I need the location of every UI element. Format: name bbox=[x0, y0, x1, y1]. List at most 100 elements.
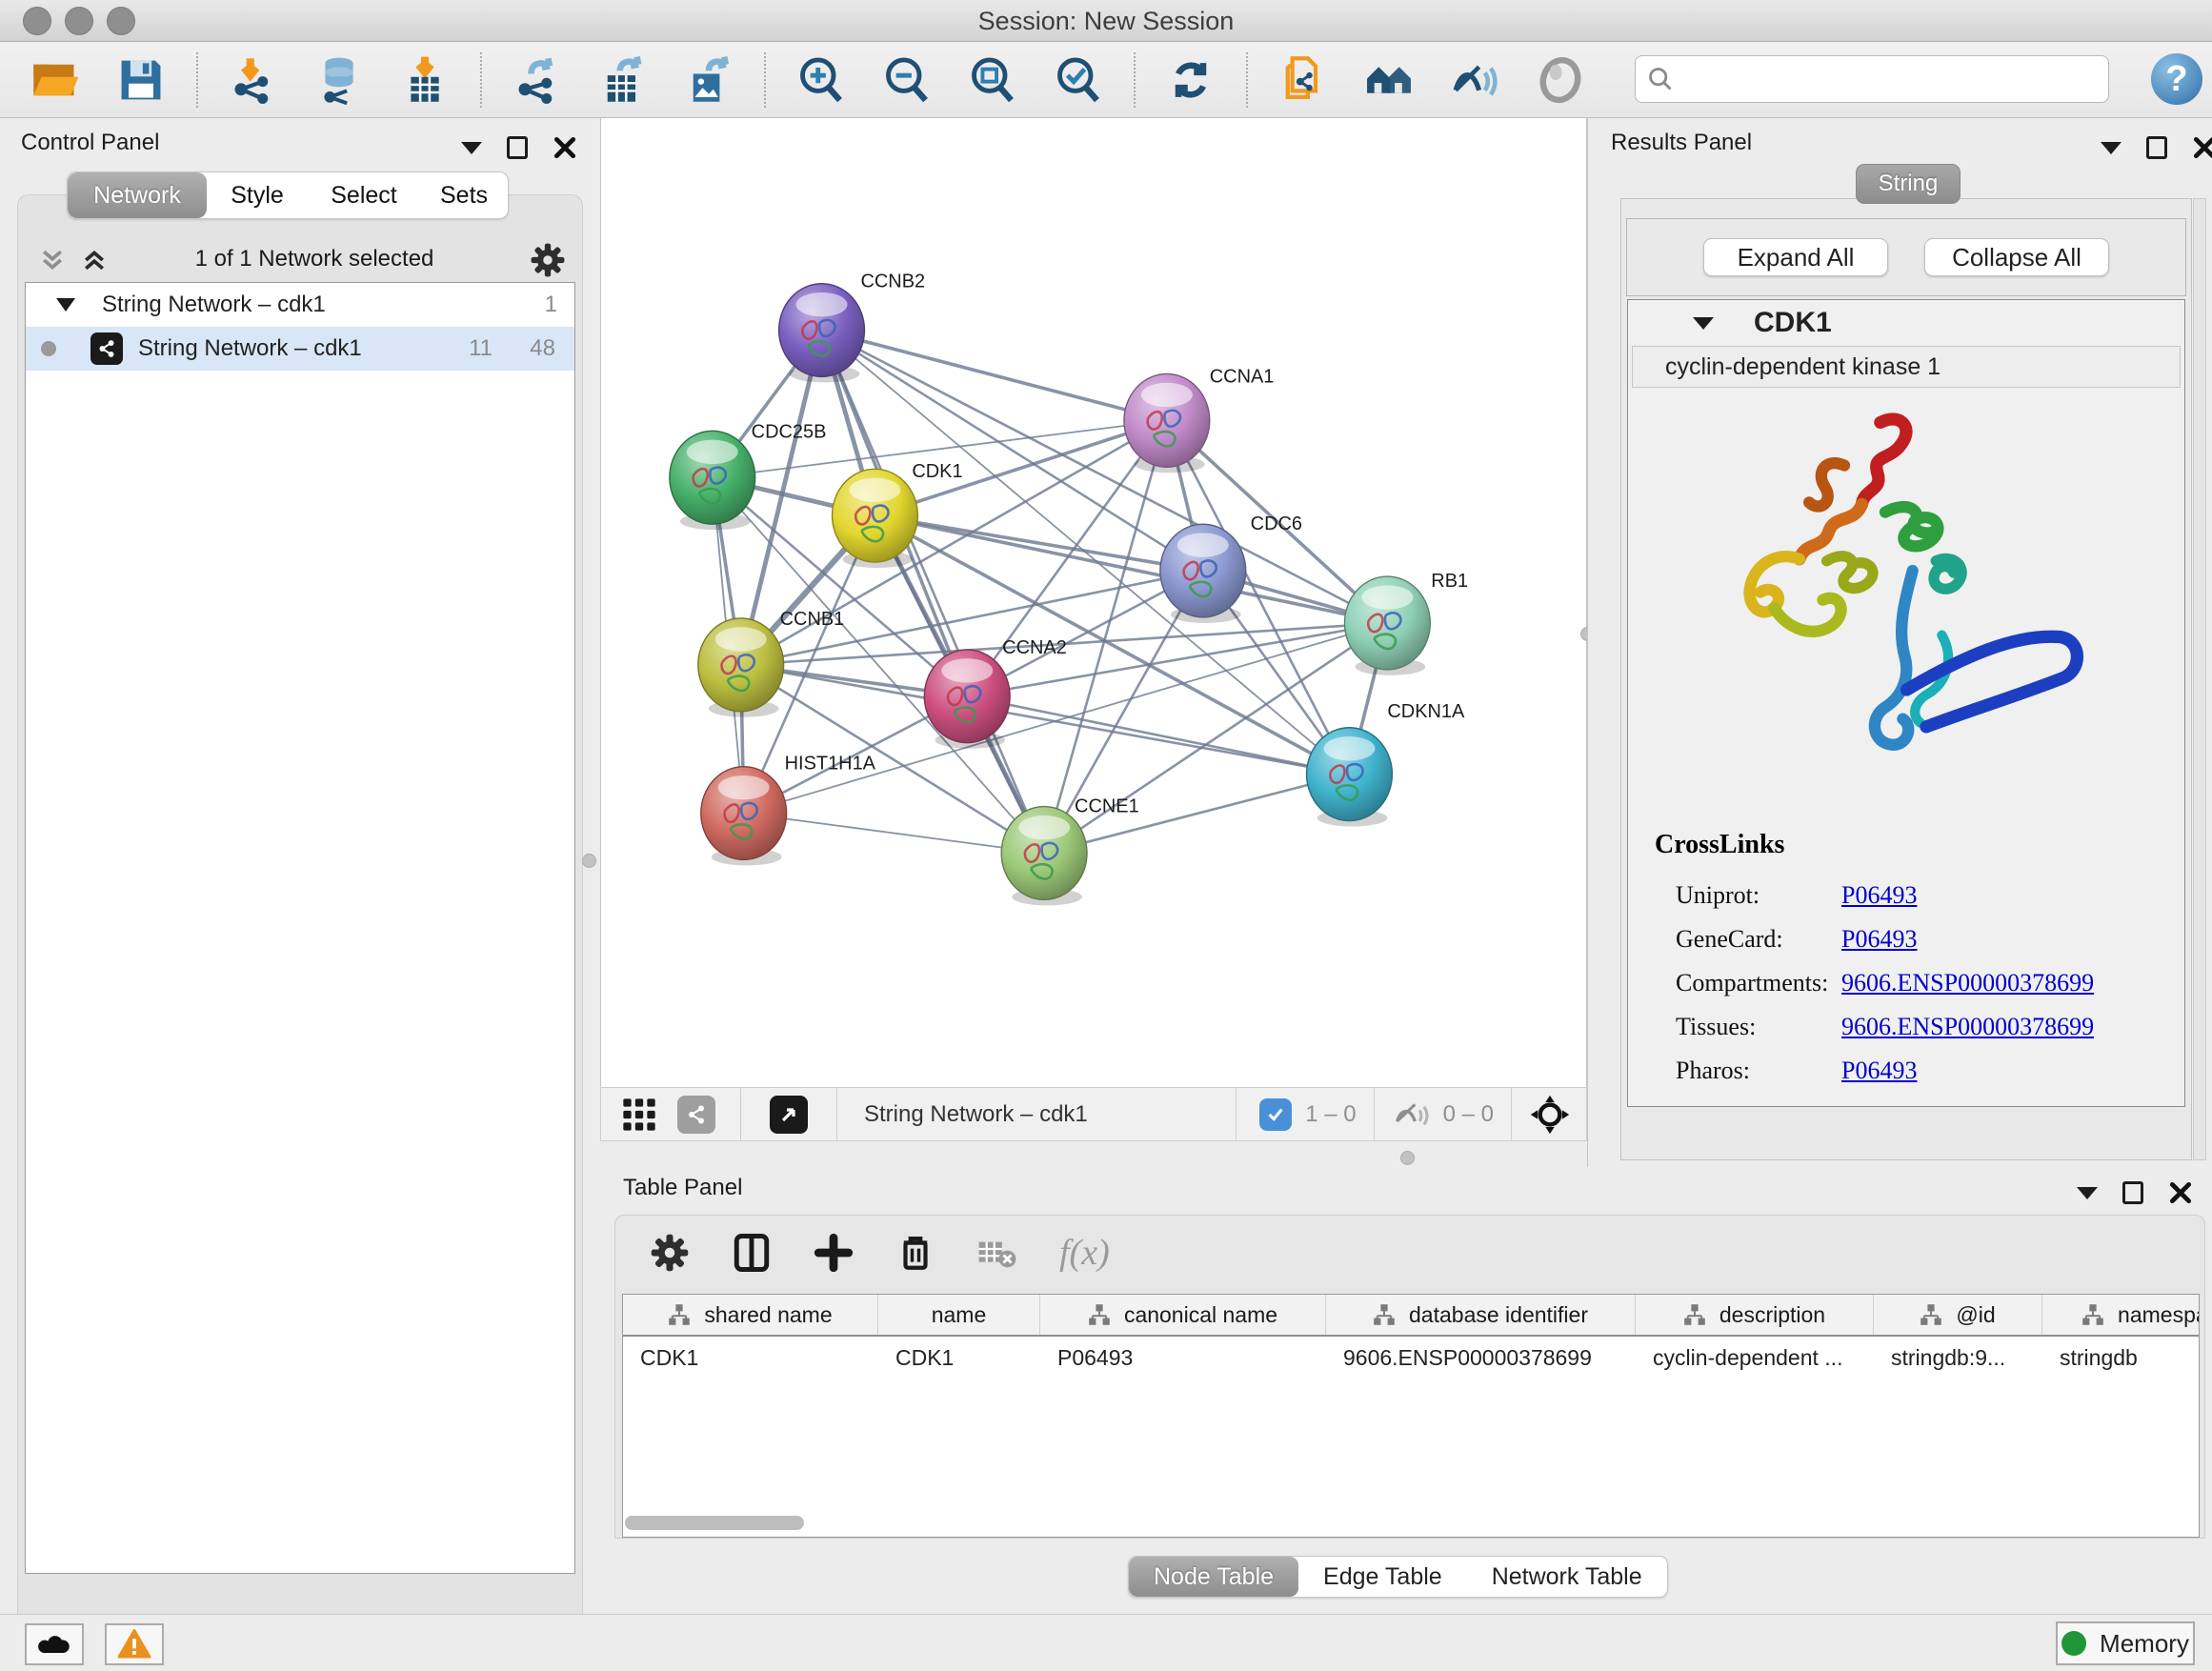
expand-all-button[interactable]: Expand All bbox=[1703, 238, 1888, 276]
network-share-icon[interactable] bbox=[677, 1096, 715, 1134]
network-edge[interactable] bbox=[875, 515, 1387, 623]
hidden-eye-slash-icon[interactable] bbox=[1394, 1098, 1432, 1131]
network-node-hist1h1a[interactable]: HIST1H1A bbox=[701, 754, 876, 866]
results-scrollbar[interactable] bbox=[2193, 198, 2206, 1160]
tab-sets[interactable]: Sets bbox=[420, 172, 508, 218]
crosslink-link[interactable]: P06493 bbox=[1841, 925, 1917, 953]
gene-collapse-icon[interactable] bbox=[1693, 317, 1714, 330]
column-header-canonical-name[interactable]: canonical name bbox=[1040, 1295, 1326, 1335]
fit-selected-crosshair-icon[interactable] bbox=[1529, 1094, 1571, 1136]
delete-column-trash-icon[interactable] bbox=[895, 1233, 935, 1273]
crosslink-link[interactable]: P06493 bbox=[1841, 881, 1917, 909]
table-gear-icon[interactable] bbox=[650, 1233, 690, 1273]
network-edge[interactable] bbox=[822, 331, 1167, 421]
table-cell[interactable]: stringdb bbox=[2042, 1337, 2200, 1379]
refresh-button[interactable] bbox=[1164, 53, 1217, 107]
zoom-selected-button[interactable] bbox=[1052, 53, 1105, 107]
network-edge[interactable] bbox=[744, 814, 1044, 854]
panel-menu-icon[interactable] bbox=[461, 142, 482, 154]
table-horizontal-scrollbar[interactable] bbox=[625, 1516, 804, 1530]
table-row[interactable]: CDK1CDK1P064939606.ENSP00000378699cyclin… bbox=[623, 1337, 2199, 1379]
panel-menu-icon[interactable] bbox=[2077, 1187, 2098, 1199]
tab-node-table[interactable]: Node Table bbox=[1129, 1557, 1298, 1597]
horizontal-splitter-handle[interactable] bbox=[1400, 1151, 1415, 1165]
add-column-icon[interactable] bbox=[814, 1233, 854, 1273]
tab-network-table[interactable]: Network Table bbox=[1467, 1557, 1667, 1597]
left-splitter-handle[interactable] bbox=[582, 854, 596, 868]
collection-expand-icon[interactable] bbox=[56, 298, 75, 312]
zoom-fit-button[interactable] bbox=[966, 53, 1019, 107]
network-node-ccnb2[interactable]: CCNB2 bbox=[779, 272, 925, 383]
column-header-shared-name[interactable]: shared name bbox=[623, 1295, 878, 1335]
network-node-ccne1[interactable]: CCNE1 bbox=[1001, 796, 1138, 906]
column-header-database-identifier[interactable]: database identifier bbox=[1326, 1295, 1636, 1335]
network-view-canvas[interactable]: CCNB2CCNA1CDC25BCDK1CDC6RB1CCNB1CCNA2CDK… bbox=[600, 118, 1587, 1087]
string-network-graph[interactable]: CCNB2CCNA1CDC25BCDK1CDC6RB1CCNB1CCNA2CDK… bbox=[601, 118, 1586, 1087]
table-cell[interactable]: stringdb:9... bbox=[1874, 1337, 2042, 1379]
network-node-ccnb1[interactable]: CCNB1 bbox=[698, 609, 844, 717]
tab-string[interactable]: String bbox=[1856, 164, 1961, 204]
home-networks-button[interactable] bbox=[1362, 53, 1416, 107]
table-cell[interactable]: P06493 bbox=[1040, 1337, 1326, 1379]
import-network-from-database-button[interactable] bbox=[312, 53, 366, 107]
show-columns-icon[interactable] bbox=[732, 1233, 772, 1273]
table-cell[interactable]: 9606.ENSP00000378699 bbox=[1326, 1337, 1636, 1379]
collapse-all-chevron-icon[interactable] bbox=[38, 246, 67, 281]
crosslink-link[interactable]: 9606.ENSP00000378699 bbox=[1841, 969, 2094, 997]
export-network-button[interactable] bbox=[511, 53, 564, 107]
search-input[interactable] bbox=[1674, 66, 2083, 92]
memory-button[interactable]: Memory bbox=[2056, 1621, 2195, 1665]
expand-all-chevron-icon[interactable] bbox=[80, 246, 109, 281]
column-header-description[interactable]: description bbox=[1636, 1295, 1874, 1335]
open-session-button[interactable] bbox=[29, 53, 82, 107]
column-header-name[interactable]: name bbox=[878, 1295, 1040, 1335]
network-edge[interactable] bbox=[967, 696, 1349, 775]
column-header--id[interactable]: @id bbox=[1874, 1295, 2042, 1335]
function-builder-icon[interactable]: f(x) bbox=[1059, 1232, 1110, 1274]
save-session-button[interactable] bbox=[114, 53, 168, 107]
grid-view-icon[interactable] bbox=[620, 1096, 658, 1134]
network-node-ccna1[interactable]: CCNA1 bbox=[1124, 366, 1274, 473]
zoom-out-button[interactable] bbox=[880, 53, 934, 107]
help-button[interactable]: ? bbox=[2151, 53, 2202, 105]
table-cell[interactable]: CDK1 bbox=[878, 1337, 1040, 1379]
string-documents-button[interactable] bbox=[1277, 53, 1330, 107]
network-node-cdkn1a[interactable]: CDKN1A bbox=[1307, 701, 1465, 827]
export-table-button[interactable] bbox=[596, 53, 650, 107]
network-collection-row[interactable]: String Network – cdk1 1 bbox=[26, 283, 574, 327]
hide-glasses-button[interactable] bbox=[1448, 53, 1501, 107]
import-table-button[interactable] bbox=[398, 53, 452, 107]
warning-status-button[interactable] bbox=[105, 1623, 164, 1665]
table-cell[interactable]: cyclin-dependent ... bbox=[1636, 1337, 1874, 1379]
delete-table-icon[interactable] bbox=[977, 1233, 1017, 1273]
close-panel-icon[interactable] bbox=[2192, 135, 2212, 160]
gene-header-row[interactable]: CDK1 bbox=[1628, 300, 2184, 346]
export-image-button[interactable] bbox=[682, 53, 735, 107]
birdseye-view-icon[interactable] bbox=[770, 1096, 808, 1134]
tab-edge-table[interactable]: Edge Table bbox=[1298, 1557, 1467, 1597]
float-panel-icon[interactable] bbox=[507, 136, 528, 159]
cloud-status-button[interactable] bbox=[25, 1623, 84, 1665]
crosslink-link[interactable]: 9606.ENSP00000378699 bbox=[1841, 1013, 2094, 1040]
zoom-in-button[interactable] bbox=[794, 53, 848, 107]
network-node-cdc25b[interactable]: CDC25B bbox=[670, 421, 827, 530]
import-network-button[interactable] bbox=[227, 53, 280, 107]
collapse-all-button[interactable]: Collapse All bbox=[1924, 238, 2109, 276]
network-row-selected[interactable]: String Network – cdk1 11 48 bbox=[26, 327, 574, 371]
gear-icon[interactable] bbox=[530, 242, 566, 278]
close-panel-icon[interactable] bbox=[553, 135, 577, 160]
network-node-rb1[interactable]: RB1 bbox=[1344, 571, 1468, 675]
close-panel-icon[interactable] bbox=[2168, 1180, 2193, 1205]
panel-menu-icon[interactable] bbox=[2101, 142, 2122, 154]
column-header-namespace[interactable]: namespace bbox=[2042, 1295, 2200, 1335]
eye-button[interactable] bbox=[1534, 53, 1587, 107]
search-box[interactable] bbox=[1635, 55, 2109, 103]
network-edge[interactable] bbox=[822, 331, 1045, 854]
tab-style[interactable]: Style bbox=[207, 172, 308, 218]
tab-network[interactable]: Network bbox=[68, 172, 207, 218]
selected-checkbox-icon[interactable] bbox=[1259, 1098, 1292, 1131]
float-panel-icon[interactable] bbox=[2122, 1181, 2143, 1204]
tab-select[interactable]: Select bbox=[308, 172, 420, 218]
table-cell[interactable]: CDK1 bbox=[623, 1337, 878, 1379]
float-panel-icon[interactable] bbox=[2146, 136, 2167, 159]
